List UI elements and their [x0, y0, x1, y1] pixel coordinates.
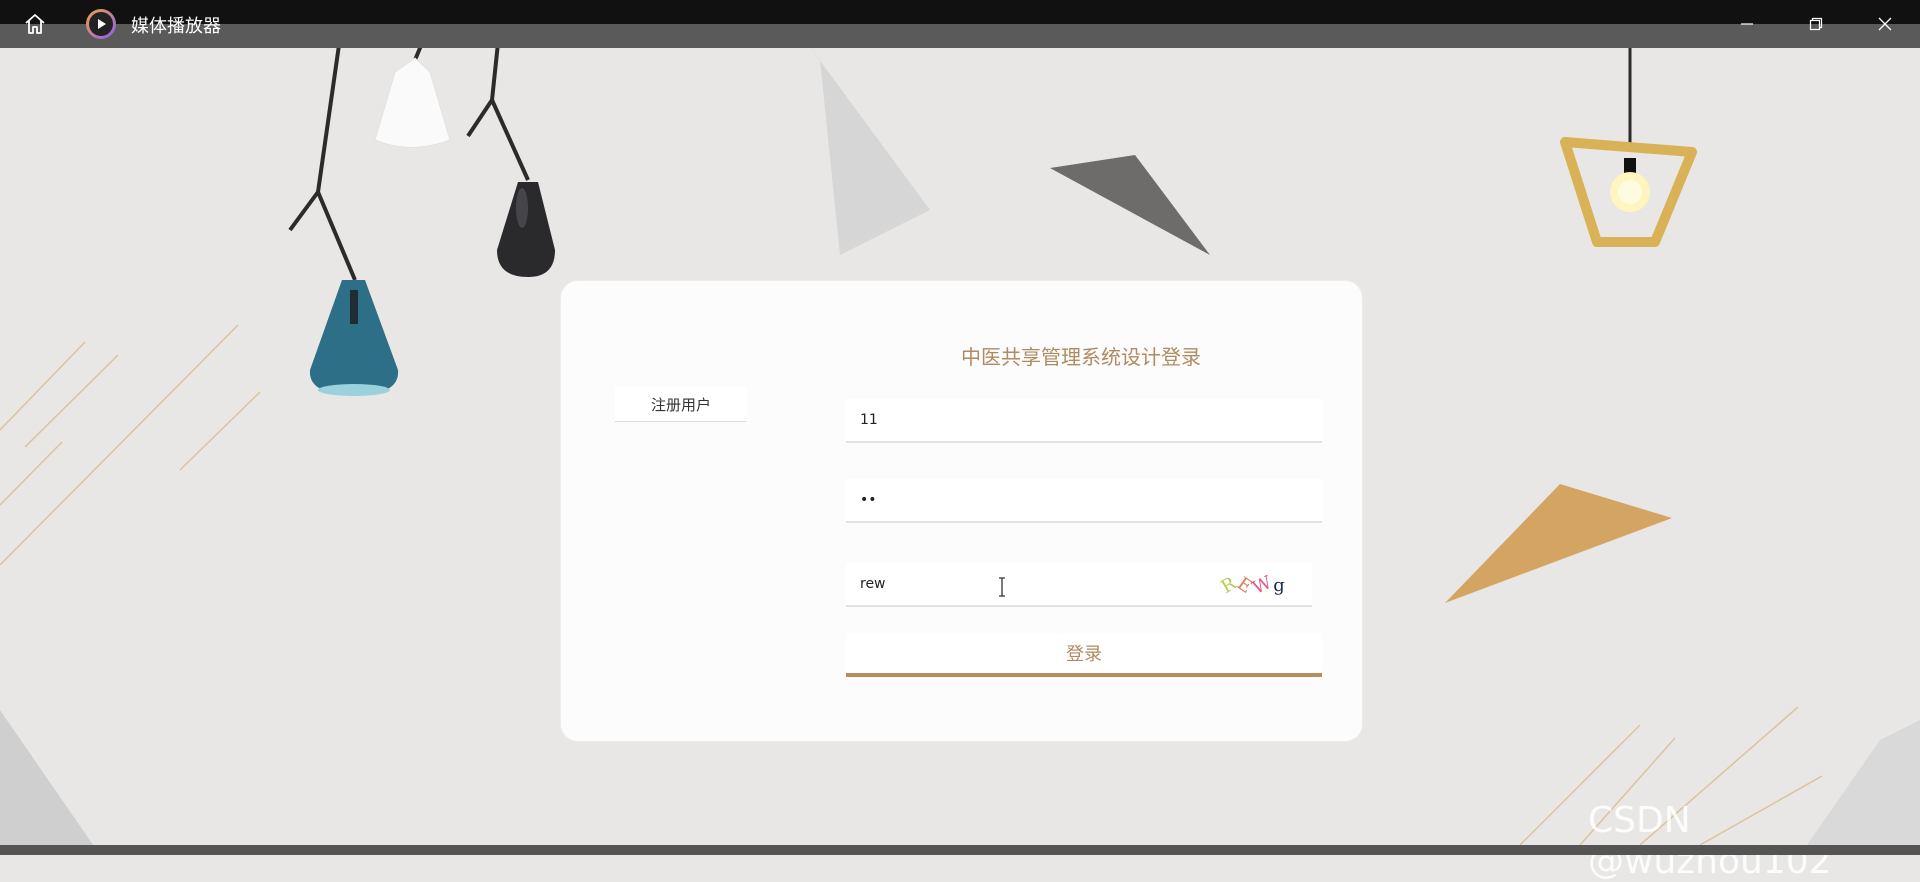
captcha-char: g	[1273, 574, 1285, 596]
home-button[interactable]	[14, 0, 56, 48]
text-cursor-icon	[999, 577, 1005, 597]
gold-lines-left	[0, 324, 261, 566]
white-pendant	[374, 57, 451, 148]
dark-triangle	[1050, 155, 1210, 255]
login-title: 中医共享管理系统设计登录	[961, 345, 1201, 369]
minimize-button[interactable]	[1726, 0, 1768, 48]
corner-triangle	[0, 710, 100, 855]
login-card: 注册用户 中医共享管理系统设计登录 R E W g 登录	[560, 280, 1363, 742]
password-input[interactable]	[858, 491, 1322, 509]
gold-triangle	[1445, 484, 1672, 603]
register-user-button[interactable]: 注册用户	[615, 387, 747, 422]
minimize-icon	[1741, 23, 1753, 25]
play-circle-icon	[86, 9, 116, 39]
captcha-char: W	[1249, 571, 1275, 599]
bottom-bar	[0, 845, 1920, 855]
close-button[interactable]	[1864, 0, 1906, 48]
title-bar: 媒体播放器	[0, 0, 1920, 48]
gray-triangle	[790, 20, 930, 255]
csdn-watermark: CSDN @wuzhou102	[1588, 800, 1832, 882]
username-input[interactable]	[858, 411, 1322, 429]
restore-icon	[1809, 17, 1823, 31]
captcha-image[interactable]: R E W g	[1218, 571, 1300, 599]
login-button[interactable]: 登录	[846, 633, 1322, 677]
username-field[interactable]	[846, 399, 1322, 443]
window-title: 媒体播放器	[131, 16, 221, 37]
captcha-field[interactable]: R E W g	[846, 563, 1312, 607]
restore-button[interactable]	[1795, 0, 1837, 48]
password-field[interactable]	[846, 479, 1322, 523]
home-icon	[25, 14, 45, 34]
close-icon	[1878, 17, 1892, 31]
